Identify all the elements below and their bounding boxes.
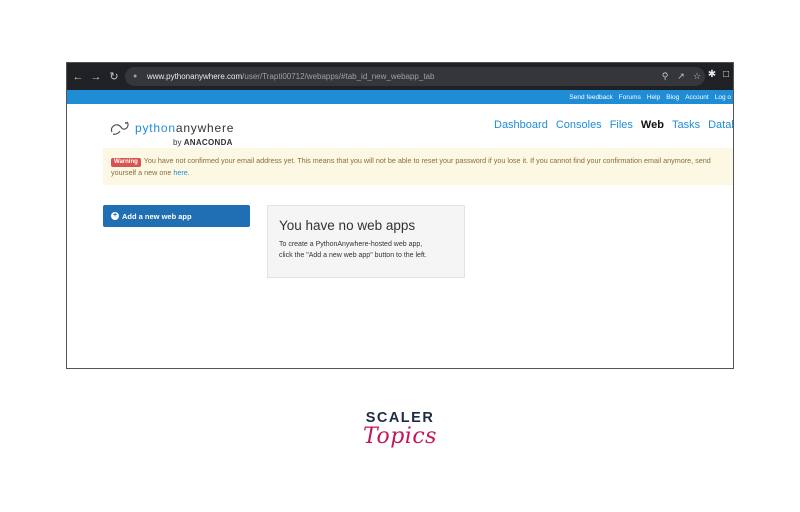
main-navigation: Dashboard Consoles Files Web Tasks Datab…: [494, 119, 733, 131]
bookmark-star-icon[interactable]: ☆: [689, 71, 705, 82]
url-path: /user/Trapti00712/webapps/#tab_id_new_we…: [242, 72, 435, 81]
python-snake-logo-icon: [110, 121, 129, 135]
logo-by-text: by: [173, 138, 182, 147]
share-icon[interactable]: ↗: [673, 71, 689, 82]
add-new-web-app-button[interactable]: + Add a new web app: [103, 205, 250, 227]
warning-end: .: [187, 168, 190, 177]
reload-icon[interactable]: ↻: [107, 70, 121, 84]
forums-link[interactable]: Forums: [619, 94, 641, 101]
no-web-apps-panel: You have no web apps To create a PythonA…: [267, 205, 465, 278]
nav-files[interactable]: Files: [610, 119, 633, 131]
send-feedback-link[interactable]: Send feedback: [569, 94, 612, 101]
nav-databases[interactable]: Databases: [708, 119, 733, 131]
sidebar-icon[interactable]: □: [719, 69, 733, 80]
no-web-apps-line-2: click the "Add a new web app" button to …: [279, 252, 427, 259]
topics-wordmark: Topics: [363, 424, 437, 449]
logo-python-text: python: [135, 121, 176, 135]
nav-tasks[interactable]: Tasks: [672, 119, 700, 131]
top-utility-bar: Send feedback Forums Help Blog Account L…: [67, 90, 733, 104]
zoom-icon[interactable]: ⚲: [657, 71, 673, 82]
logo-anywhere-text: anywhere: [175, 121, 235, 135]
add-button-label: Add a new web app: [122, 211, 192, 221]
email-warning-alert: Warning You have not confirmed your email…: [103, 148, 733, 185]
logout-link[interactable]: Log o: [715, 94, 731, 101]
forward-arrow-icon[interactable]: →: [89, 70, 103, 84]
screenshot-frame: ← → ↻ ● www.pythonanywhere.com/user/Trap…: [66, 62, 734, 369]
help-link[interactable]: Help: [647, 94, 660, 101]
puzzle-icon[interactable]: ✱: [705, 69, 719, 80]
logo-company-text: ANACONDA: [183, 138, 233, 147]
logo-wordmark: pythonanywhere: [135, 121, 234, 135]
address-bar[interactable]: ● www.pythonanywhere.com/user/Trapti0071…: [125, 67, 705, 86]
no-web-apps-title: You have no web apps: [279, 218, 416, 233]
back-arrow-icon[interactable]: ←: [71, 70, 85, 84]
warning-badge: Warning: [111, 158, 141, 167]
nav-consoles[interactable]: Consoles: [556, 119, 602, 131]
no-web-apps-line-1: To create a PythonAnywhere-hosted web ap…: [279, 241, 423, 248]
warning-text: You have not confirmed your email addres…: [111, 156, 711, 177]
logo-byline: by ANACONDA: [173, 138, 234, 147]
url-text[interactable]: www.pythonanywhere.com/user/Trapti00712/…: [147, 72, 434, 81]
nav-web[interactable]: Web: [641, 119, 664, 131]
url-host: www.pythonanywhere.com: [147, 72, 243, 81]
blog-link[interactable]: Blog: [666, 94, 679, 101]
lock-icon[interactable]: ●: [133, 73, 141, 81]
plus-circle-icon: +: [111, 212, 119, 220]
resend-email-link[interactable]: here: [173, 168, 187, 177]
browser-toolbar: ← → ↻ ● www.pythonanywhere.com/user/Trap…: [67, 63, 733, 90]
site-logo[interactable]: pythonanywhere by ANACONDA: [109, 120, 234, 147]
nav-dashboard[interactable]: Dashboard: [494, 119, 548, 131]
account-link[interactable]: Account: [685, 94, 709, 101]
scaler-topics-logo: SCALER Topics: [0, 410, 800, 449]
